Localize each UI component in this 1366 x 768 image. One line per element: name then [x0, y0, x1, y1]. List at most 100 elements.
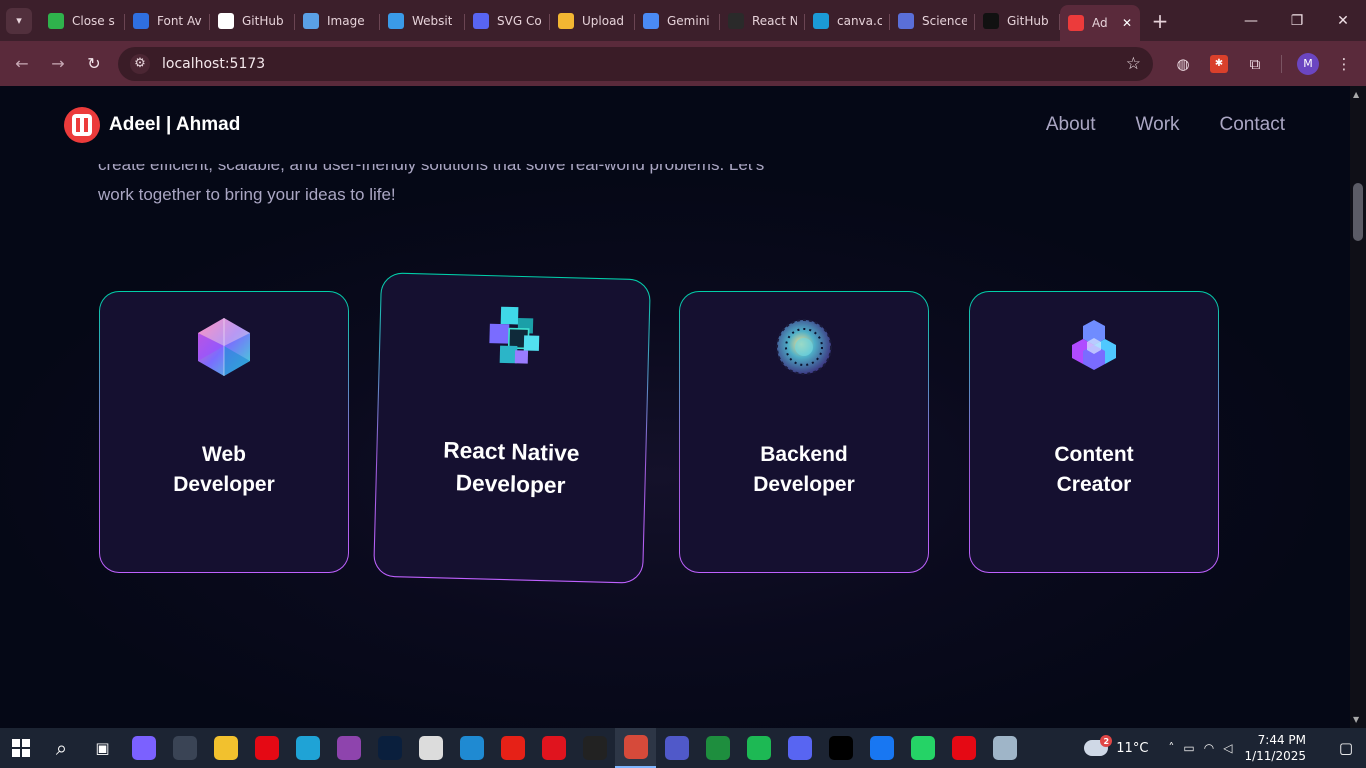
- taskbar-app-meet[interactable]: [697, 728, 738, 768]
- browser-tab[interactable]: GitHub: [210, 5, 295, 37]
- taskbar-app-photoshop[interactable]: [369, 728, 410, 768]
- nav-link-contact[interactable]: Contact: [1220, 114, 1285, 136]
- battery-icon[interactable]: ▭: [1183, 741, 1194, 755]
- taskbar-app-spotify[interactable]: [738, 728, 779, 768]
- taskbar-app-github[interactable]: [574, 728, 615, 768]
- nav-link-work[interactable]: Work: [1136, 114, 1180, 136]
- brand-name[interactable]: Adeel | Ahmad: [109, 114, 240, 136]
- nav-link-about[interactable]: About: [1046, 114, 1096, 136]
- taskbar-app-netflix[interactable]: [246, 728, 287, 768]
- minimize-icon[interactable]: —: [1228, 0, 1274, 41]
- weather-badge: 2: [1100, 735, 1113, 747]
- windows-taskbar: ⌕ ▣ 2 11°C ˄ ▭ ◠ ◁ 7:44 PM 1/11/2025 ▢: [0, 728, 1366, 768]
- globe-icon: [388, 12, 404, 29]
- site-info-icon[interactable]: ⚙: [130, 53, 150, 74]
- taskbar-app-edge[interactable]: [287, 728, 328, 768]
- taskbar-app-whatsapp[interactable]: [902, 728, 943, 768]
- tab-search-button[interactable]: ▾: [6, 7, 32, 34]
- taskbar-app-teams[interactable]: [656, 728, 697, 768]
- site-navbar: Adeel | Ahmad About Work Contact: [0, 86, 1350, 164]
- wifi-icon[interactable]: ◠: [1204, 741, 1214, 755]
- browser-tab[interactable]: Font Av: [125, 5, 210, 37]
- pinned-apps: [123, 728, 1025, 768]
- notification-icon[interactable]: ▢: [1326, 739, 1366, 757]
- start-button[interactable]: [0, 728, 41, 768]
- canva-icon: [813, 12, 829, 29]
- taskbar-app-vercel[interactable]: [820, 728, 861, 768]
- service-card-react-native[interactable]: React Native Developer: [373, 272, 651, 584]
- browser-tab[interactable]: Websit: [380, 5, 465, 37]
- brand-first-name: Adeel: [109, 114, 161, 135]
- taskbar-app-github-desktop[interactable]: [328, 728, 369, 768]
- service-card-content[interactable]: Content Creator: [969, 291, 1219, 573]
- tab-title: GitHub: [242, 13, 284, 28]
- opera-icon: [541, 736, 566, 760]
- extension-icon[interactable]: ✱: [1210, 54, 1228, 73]
- page-scrollbar[interactable]: ▲ ▼: [1350, 86, 1366, 728]
- browser-tab[interactable]: Upload: [550, 5, 635, 37]
- chrome-icon: [623, 735, 648, 759]
- web-icosahedron-icon: [198, 318, 250, 376]
- green-square-icon: [48, 12, 64, 29]
- taskbar-app-chrome[interactable]: [615, 728, 656, 768]
- back-icon[interactable]: ←: [4, 46, 40, 82]
- browser-tab[interactable]: Image: [295, 5, 380, 37]
- taskbar-app-settings[interactable]: [164, 728, 205, 768]
- reload-icon[interactable]: ↻: [76, 46, 112, 82]
- menu-kebab-icon[interactable]: ⋮: [1326, 46, 1362, 82]
- taskbar-app-netflix-2[interactable]: [943, 728, 984, 768]
- netflix-2-icon: [951, 736, 976, 760]
- extensions-puzzle-icon[interactable]: ⧉: [1237, 46, 1273, 82]
- scrollbar-thumb[interactable]: [1353, 183, 1363, 241]
- profile-avatar[interactable]: M: [1297, 52, 1319, 75]
- close-tab-icon[interactable]: ✕: [1122, 16, 1132, 30]
- close-window-icon[interactable]: ✕: [1320, 0, 1366, 41]
- clock-date: 1/11/2025: [1244, 749, 1306, 763]
- task-view-icon[interactable]: ▣: [82, 728, 123, 768]
- taskbar-app-file-explorer[interactable]: [205, 728, 246, 768]
- browser-tab[interactable]: Gemini: [635, 5, 720, 37]
- browser-tab[interactable]: Close s: [40, 5, 125, 37]
- browser-tab[interactable]: canva.c: [805, 5, 890, 37]
- facebook-icon: [869, 736, 894, 760]
- clock[interactable]: 7:44 PM 1/11/2025: [1244, 732, 1306, 764]
- browser-tab[interactable]: GitHub: [975, 5, 1060, 37]
- browser-tab[interactable]: Science: [890, 5, 975, 37]
- taskbar-app-discord[interactable]: [779, 728, 820, 768]
- taskbar-app-vscode[interactable]: [451, 728, 492, 768]
- site-logo[interactable]: [64, 107, 100, 143]
- forward-icon[interactable]: →: [40, 46, 76, 82]
- taskbar-app-copilot[interactable]: [123, 728, 164, 768]
- new-tab-button[interactable]: +: [1146, 7, 1174, 35]
- browser-tab[interactable]: React N: [720, 5, 805, 37]
- gemini-icon: [643, 12, 659, 29]
- taskbar-app-facebook[interactable]: [861, 728, 902, 768]
- taskbar-app-youtube[interactable]: [492, 728, 533, 768]
- taskbar-app-opera[interactable]: [533, 728, 574, 768]
- address-bar[interactable]: ⚙ localhost:5173 ☆: [118, 46, 1153, 81]
- inkscape-icon: [418, 736, 443, 760]
- vercel-icon: [828, 736, 853, 760]
- taskbar-app-inkscape[interactable]: [410, 728, 451, 768]
- file-explorer-icon: [213, 736, 238, 760]
- scroll-up-icon[interactable]: ▲: [1353, 90, 1359, 99]
- weather-widget[interactable]: 2 11°C: [1084, 735, 1148, 756]
- scroll-down-icon[interactable]: ▼: [1353, 715, 1359, 724]
- translate-globe-icon[interactable]: ◍: [1165, 46, 1201, 82]
- service-card-backend[interactable]: Backend Developer: [679, 291, 929, 573]
- science-icon: [898, 12, 914, 29]
- address-url[interactable]: localhost:5173: [162, 56, 265, 72]
- tab-title: Close s: [72, 13, 115, 28]
- chevron-up-icon[interactable]: ˄: [1168, 741, 1174, 755]
- tray-icons[interactable]: ˄ ▭ ◠ ◁: [1168, 741, 1232, 755]
- settings-icon: [172, 736, 197, 760]
- browser-tab[interactable]: SVG Co: [465, 5, 550, 37]
- taskbar-app-control-panel[interactable]: [984, 728, 1025, 768]
- volume-icon[interactable]: ◁: [1223, 741, 1232, 755]
- bookmark-star-icon[interactable]: ☆: [1126, 54, 1141, 74]
- service-card-web[interactable]: Web Developer: [99, 291, 349, 573]
- browser-tab-active[interactable]: Ad ✕: [1060, 5, 1140, 41]
- window-controls: — ❐ ✕: [1228, 0, 1366, 41]
- restore-icon[interactable]: ❐: [1274, 0, 1320, 41]
- search-icon[interactable]: ⌕: [41, 728, 82, 768]
